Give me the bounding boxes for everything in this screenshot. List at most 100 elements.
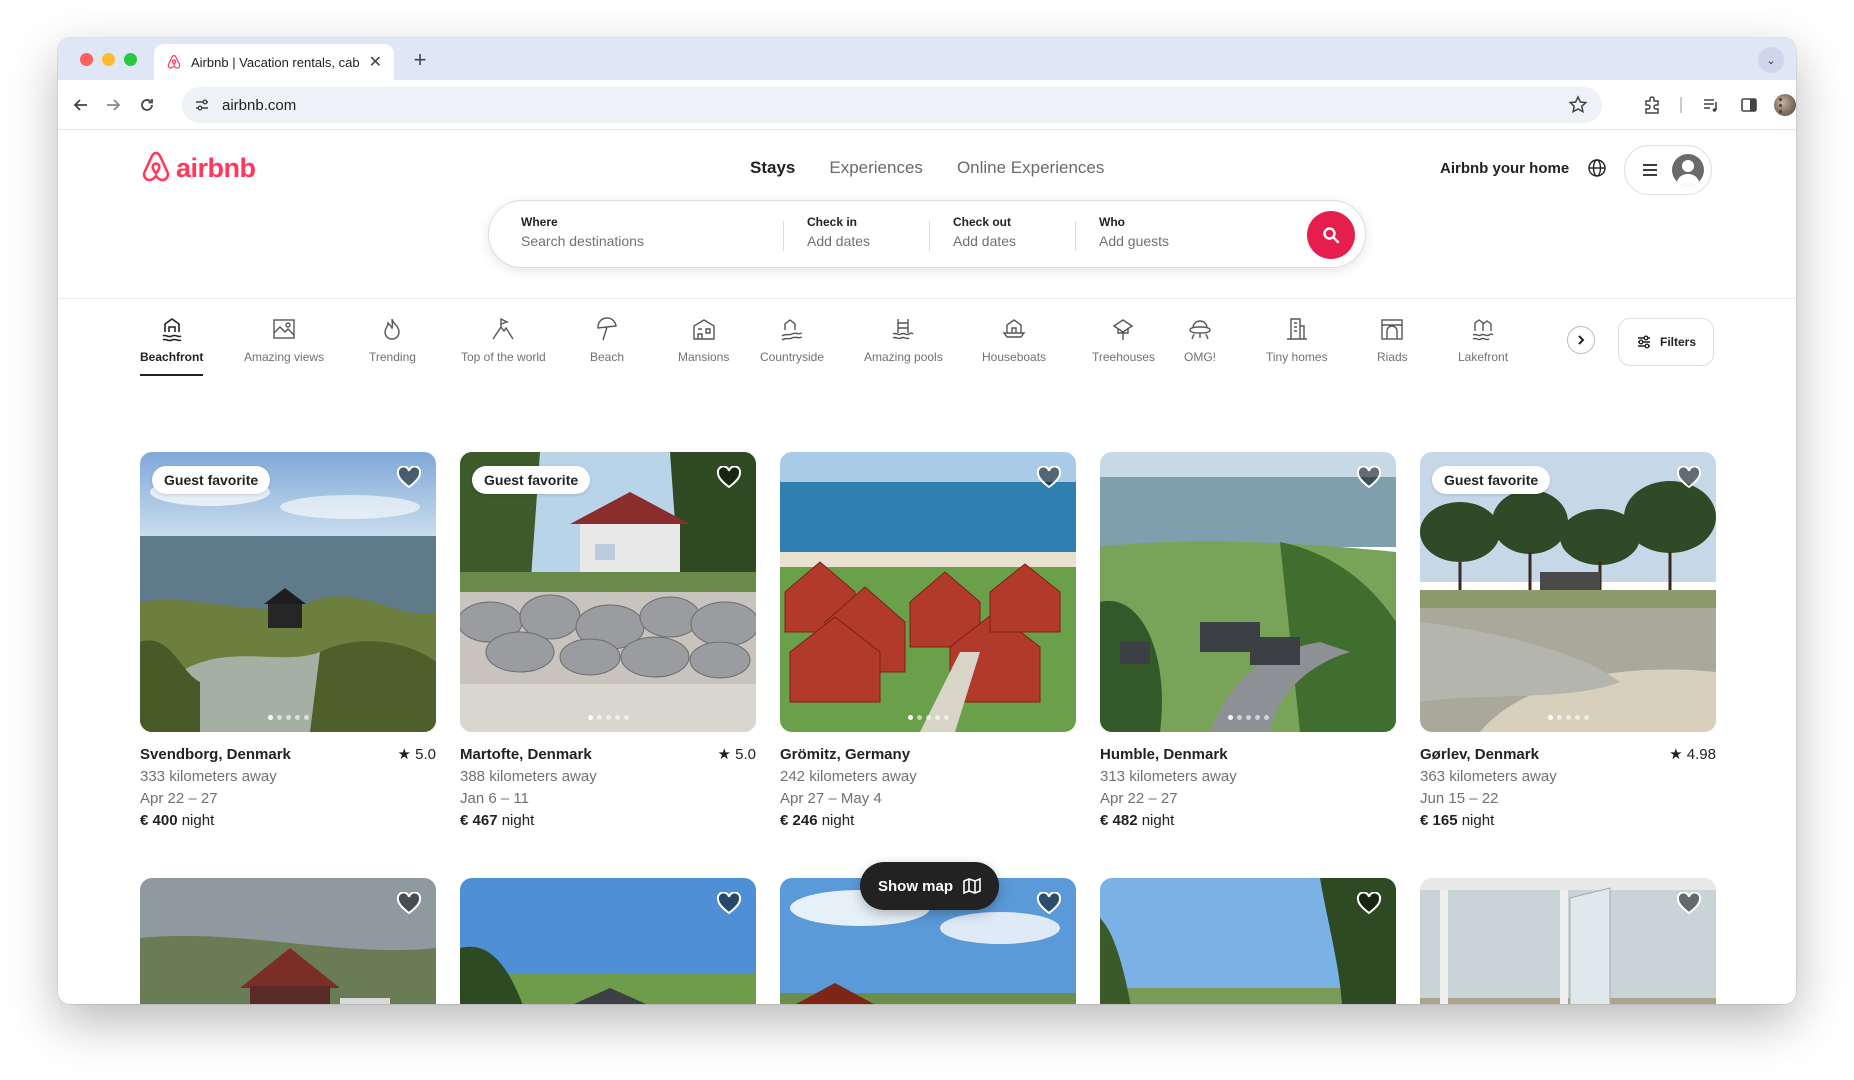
where-label: Where — [521, 215, 558, 229]
tab-strip: Airbnb | Vacation rentals, cab ✕ + ⌄ — [58, 38, 1796, 80]
category-lakefront[interactable]: Lakefront — [1458, 316, 1508, 364]
category-omg[interactable]: OMG! — [1184, 316, 1216, 364]
close-window-button[interactable] — [80, 53, 93, 66]
extensions-icon[interactable] — [1639, 92, 1665, 118]
search-button[interactable] — [1307, 211, 1355, 259]
listing-photo[interactable] — [780, 452, 1076, 732]
price-value: € 400 — [140, 812, 178, 829]
globe-icon[interactable] — [1587, 158, 1607, 183]
show-map-button[interactable]: Show map — [860, 862, 1000, 910]
close-tab-icon[interactable]: ✕ — [369, 52, 382, 72]
browser-window: Airbnb | Vacation rentals, cab ✕ + ⌄ air… — [58, 38, 1796, 1004]
category-countryside[interactable]: Countryside — [760, 316, 824, 364]
listing-photo[interactable] — [1100, 878, 1396, 1004]
category-beachfront[interactable]: Beachfront — [140, 316, 203, 376]
category-treehouses[interactable]: Treehouses — [1092, 316, 1155, 364]
category-amazing-pools[interactable]: Amazing pools — [864, 316, 943, 364]
heart-icon[interactable] — [1676, 892, 1702, 916]
forward-arrow-icon[interactable] — [100, 92, 126, 118]
bookmark-star-icon[interactable] — [1568, 95, 1588, 115]
listing-photo[interactable] — [1420, 878, 1716, 1004]
listing-card[interactable]: Guest favorite Martofte, Denmark ★ 5.0 3… — [460, 452, 756, 832]
listing-card[interactable] — [1100, 878, 1396, 1004]
listing-photo[interactable]: Guest favorite — [1420, 452, 1716, 732]
toolbar-divider — [1680, 97, 1682, 113]
listing-rating: ★ 4.98 — [1669, 746, 1716, 763]
side-panel-icon[interactable] — [1736, 92, 1762, 118]
media-controls-icon[interactable] — [1698, 92, 1724, 118]
mansions-icon — [692, 319, 715, 340]
listing-photo[interactable] — [140, 878, 436, 1004]
back-arrow-icon[interactable] — [68, 92, 94, 118]
tab-search-chevron-icon[interactable]: ⌄ — [1758, 47, 1784, 73]
heart-icon[interactable] — [1356, 466, 1382, 490]
beach-umbrella-icon — [597, 317, 617, 341]
category-riads[interactable]: Riads — [1377, 316, 1408, 364]
category-top-of-the-world[interactable]: Top of the world — [461, 316, 546, 364]
heart-icon[interactable] — [396, 892, 422, 916]
browser-tab[interactable]: Airbnb | Vacation rentals, cab ✕ — [154, 44, 394, 80]
listing-location: Humble, Denmark — [1100, 746, 1228, 763]
search-divider — [783, 221, 784, 251]
heart-icon[interactable] — [1356, 892, 1382, 916]
minimize-window-button[interactable] — [102, 53, 115, 66]
category-trending[interactable]: Trending — [369, 316, 416, 364]
rating-value: 4.98 — [1686, 746, 1716, 763]
listing-details: Martofte, Denmark ★ 5.0 388 kilometers a… — [460, 744, 756, 832]
where-field[interactable]: Where Search destinations — [521, 215, 644, 249]
browser-menu-icon[interactable] — [1770, 92, 1790, 118]
new-tab-button[interactable]: + — [408, 47, 432, 73]
airbnb-logo[interactable]: airbnb — [140, 150, 256, 186]
site-settings-icon[interactable] — [194, 97, 210, 113]
heart-icon[interactable] — [716, 466, 742, 490]
url-text: airbnb.com — [222, 96, 297, 114]
listing-location: Grömitz, Germany — [780, 746, 911, 763]
listing-card[interactable]: Humble, Denmark 313 kilometers away Apr … — [1100, 452, 1396, 832]
user-menu-button[interactable] — [1624, 145, 1712, 195]
chevron-right-icon — [1578, 335, 1585, 345]
filters-button[interactable]: Filters — [1618, 318, 1714, 366]
heart-icon[interactable] — [396, 466, 422, 490]
listing-card[interactable]: Grömitz, Germany 242 kilometers away Apr… — [780, 452, 1076, 832]
listing-card[interactable] — [460, 878, 756, 1004]
reload-icon[interactable] — [134, 92, 160, 118]
listing-photo[interactable]: Guest favorite — [460, 452, 756, 732]
window-controls — [80, 53, 137, 66]
nav-online-experiences[interactable]: Online Experiences — [957, 158, 1104, 178]
category-label: Amazing views — [244, 350, 325, 364]
listing-card[interactable]: Guest favorite Gørlev, Denmark ★ 4.98 36… — [1420, 452, 1716, 832]
beachfront-icon — [162, 318, 182, 342]
check-in-field[interactable]: Check in Add dates — [807, 215, 870, 249]
nav-experiences[interactable]: Experiences — [829, 158, 923, 178]
check-out-field[interactable]: Check out Add dates — [953, 215, 1016, 249]
airbnb-your-home-link[interactable]: Airbnb your home — [1440, 160, 1569, 177]
listing-dates: Jun 15 – 22 — [1420, 790, 1499, 807]
category-tiny-homes[interactable]: Tiny homes — [1266, 316, 1328, 364]
listing-photo[interactable]: Guest favorite — [140, 452, 436, 732]
listing-photo-image — [1420, 452, 1716, 732]
maximize-window-button[interactable] — [124, 53, 137, 66]
price-value: € 482 — [1100, 812, 1138, 829]
listing-card[interactable] — [1420, 878, 1716, 1004]
where-placeholder: Search destinations — [521, 233, 644, 249]
listing-card[interactable] — [140, 878, 436, 1004]
check-out-placeholder: Add dates — [953, 233, 1017, 249]
listing-card[interactable]: Guest favorite Svendborg, Denmark ★ 5.0 … — [140, 452, 436, 832]
listing-photo[interactable] — [1100, 452, 1396, 732]
who-field[interactable]: Who Add guests — [1099, 215, 1169, 249]
listing-photo[interactable] — [460, 878, 756, 1004]
category-mansions[interactable]: Mansions — [678, 316, 729, 364]
price-value: € 165 — [1420, 812, 1458, 829]
heart-icon[interactable] — [1036, 892, 1062, 916]
category-amazing-views[interactable]: Amazing views — [244, 316, 324, 364]
tiny-homes-icon — [1286, 318, 1307, 340]
heart-icon[interactable] — [1676, 466, 1702, 490]
category-beach[interactable]: Beach — [590, 316, 624, 364]
category-houseboats[interactable]: Houseboats — [982, 316, 1046, 364]
address-bar[interactable]: airbnb.com — [182, 87, 1602, 123]
heart-icon[interactable] — [1036, 466, 1062, 490]
categories-next-button[interactable] — [1567, 326, 1595, 354]
heart-icon[interactable] — [716, 892, 742, 916]
listing-price: € 482 night — [1100, 810, 1396, 832]
nav-stays[interactable]: Stays — [750, 158, 795, 178]
